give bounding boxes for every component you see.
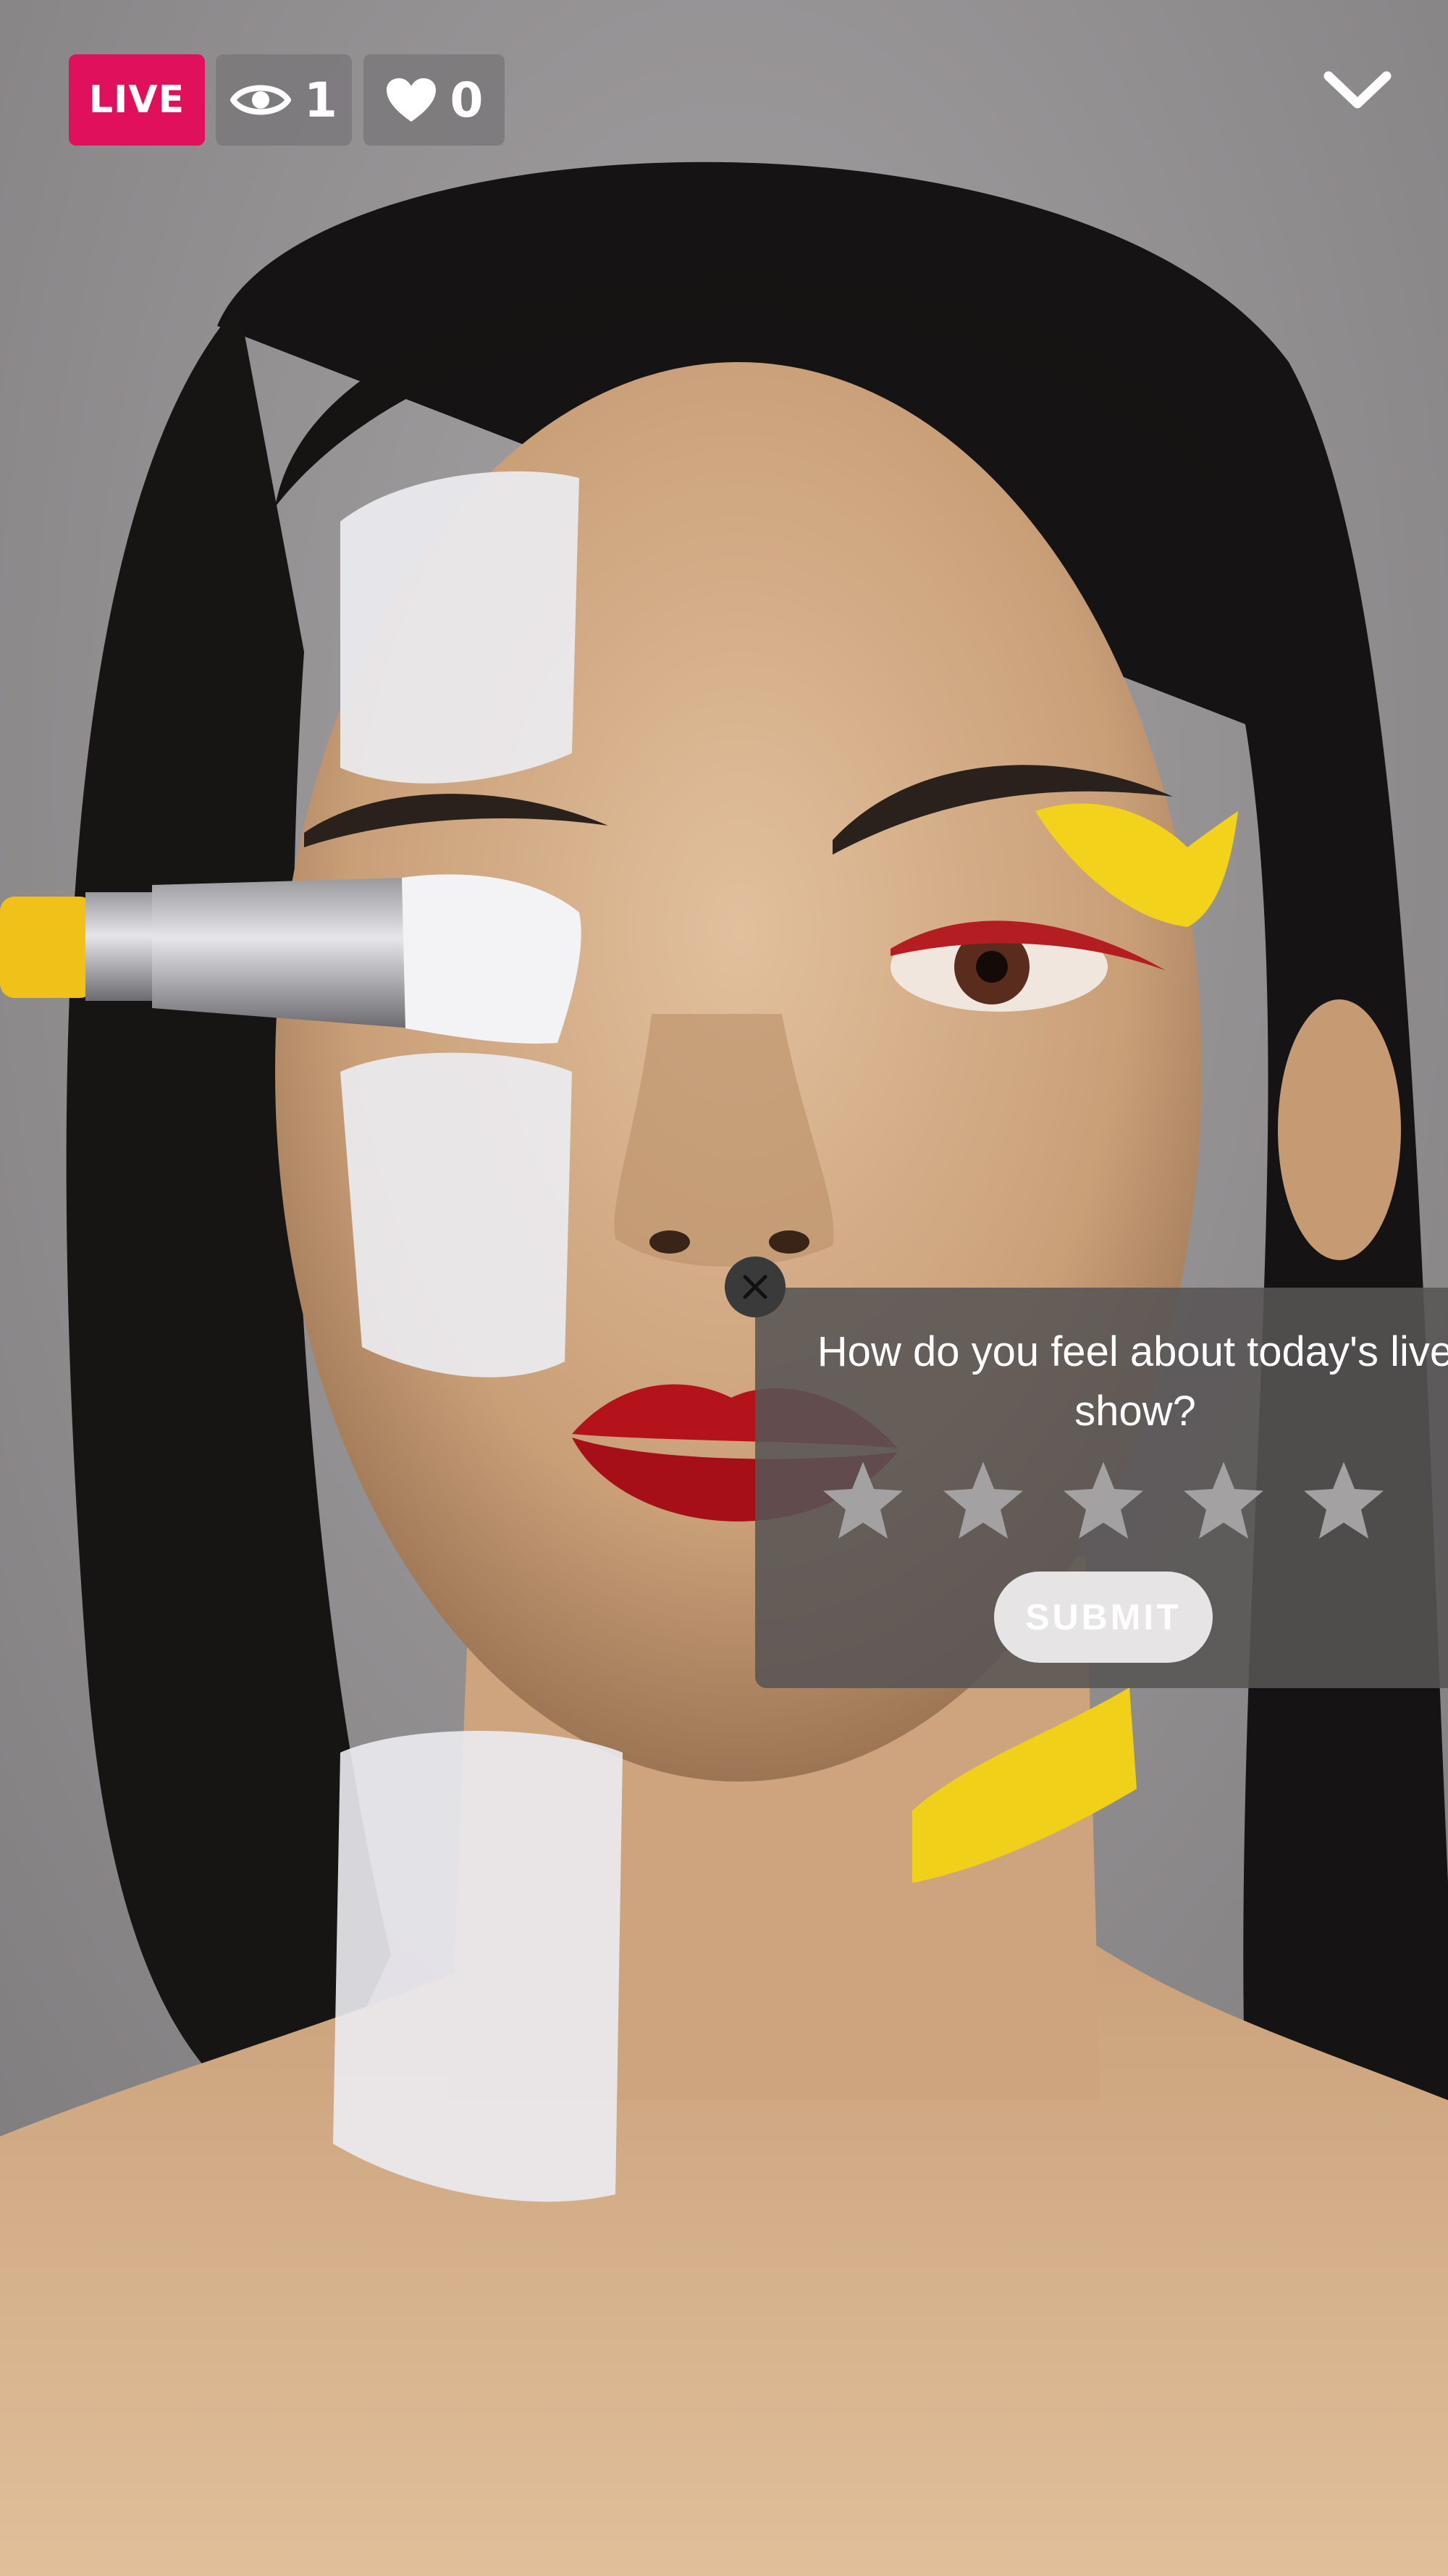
rating-prompt-card: How do you feel about today's live show?…	[755, 1288, 1448, 1688]
rating-question: How do you feel about today's live show?	[817, 1328, 1448, 1435]
live-label: LIVE	[88, 78, 185, 122]
collapse-button[interactable]	[1318, 58, 1397, 123]
like-count-badge[interactable]: 0	[363, 54, 505, 146]
submit-rating-button[interactable]: SUBMIT	[994, 1572, 1213, 1663]
star-icon	[1064, 1461, 1143, 1539]
star-rating	[817, 1454, 1390, 1547]
viewer-count: 1	[304, 72, 337, 128]
live-badge: LIVE	[69, 54, 205, 146]
close-rating-button[interactable]	[725, 1256, 786, 1317]
close-icon	[743, 1275, 767, 1299]
like-count: 0	[450, 72, 484, 128]
star-3-button[interactable]	[1057, 1454, 1150, 1547]
star-icon	[1304, 1461, 1384, 1539]
star-4-button[interactable]	[1177, 1454, 1270, 1547]
star-icon	[943, 1461, 1023, 1539]
star-icon	[823, 1461, 903, 1539]
star-5-button[interactable]	[1297, 1454, 1390, 1547]
chevron-down-icon	[1323, 71, 1392, 109]
eye-icon	[230, 85, 292, 115]
viewer-count-badge: 1	[216, 54, 352, 146]
star-1-button[interactable]	[817, 1454, 909, 1547]
star-icon	[1184, 1461, 1263, 1539]
star-2-button[interactable]	[937, 1454, 1030, 1547]
heart-icon	[386, 78, 436, 122]
